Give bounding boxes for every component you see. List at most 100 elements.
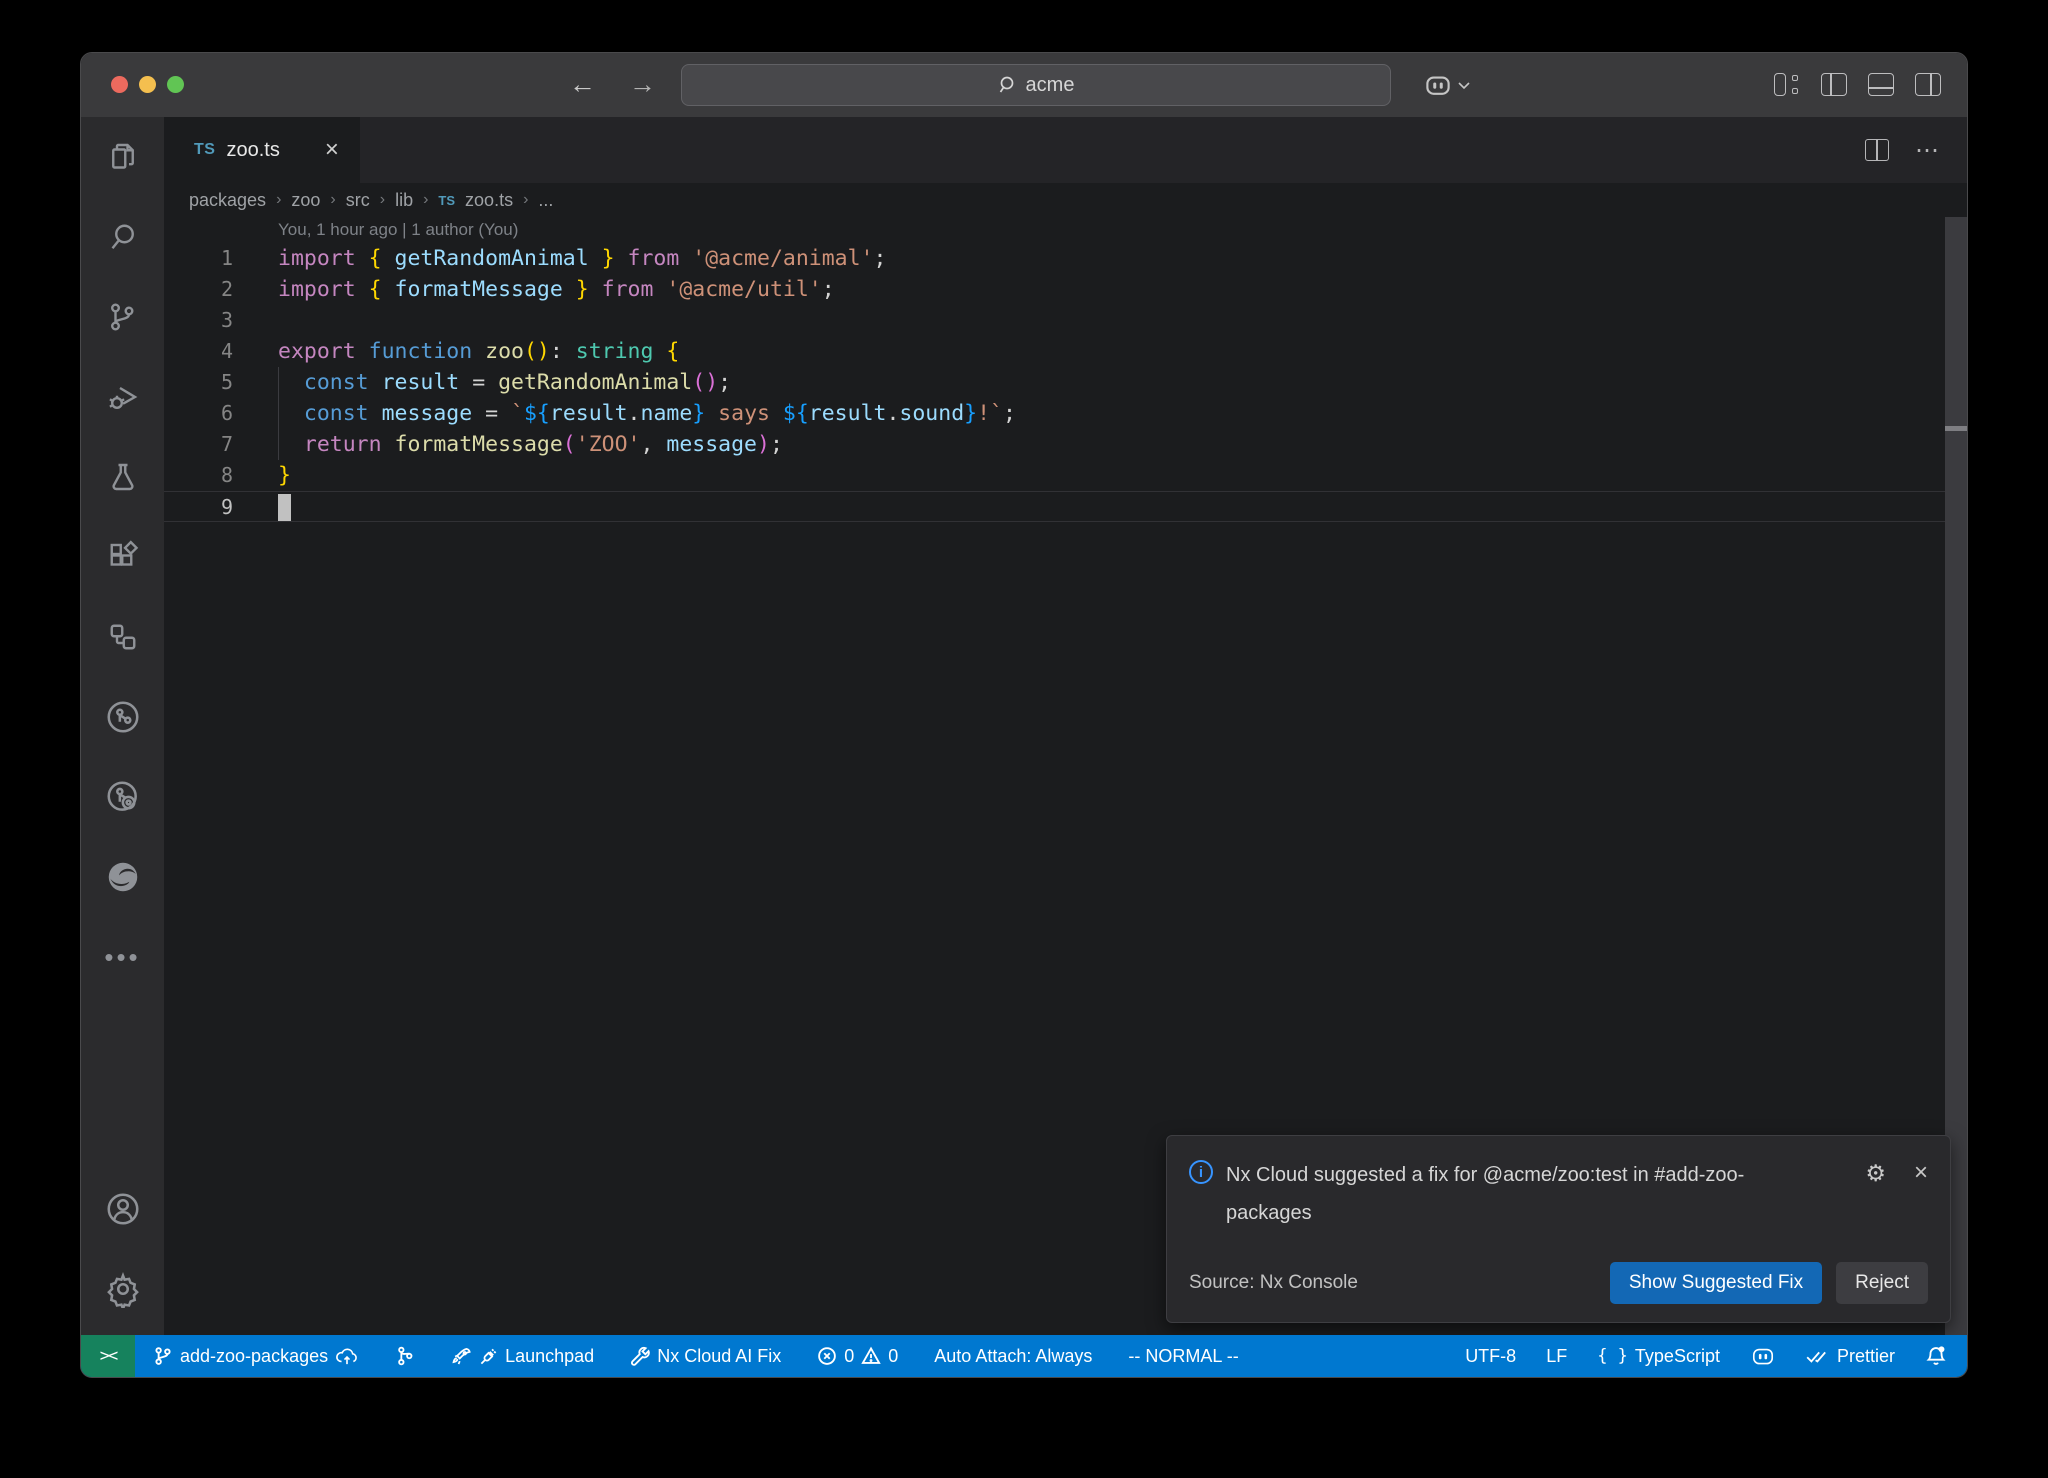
search-sidebar-icon[interactable] (81, 197, 164, 277)
breadcrumb-item[interactable]: packages (189, 190, 266, 211)
chevron-right-icon: › (523, 191, 528, 209)
copilot-status-item[interactable] (1750, 1343, 1776, 1369)
chevron-right-icon: › (423, 191, 428, 209)
line-number: 5 (164, 367, 233, 398)
eol-label: LF (1546, 1346, 1567, 1367)
accounts-icon[interactable] (81, 1169, 164, 1249)
nx-cloud-icon[interactable] (81, 757, 164, 837)
chevron-right-icon: › (380, 191, 385, 209)
toggle-primary-sidebar-icon[interactable] (1821, 73, 1847, 96)
layout-controls (1774, 73, 1941, 96)
line-content: const message = `${result.name} says ${r… (233, 398, 1016, 429)
titlebar: ← → acme (81, 53, 1967, 117)
line-content: const result = getRandomAnimal(); (233, 367, 731, 398)
line-content: export function zoo(): string { (233, 336, 679, 367)
source-control-icon[interactable] (81, 277, 164, 357)
encoding-item[interactable]: UTF-8 (1465, 1346, 1516, 1367)
notification-close-icon[interactable]: × (1914, 1159, 1928, 1187)
toggle-secondary-sidebar-icon[interactable] (1915, 73, 1941, 96)
line-number: 1 (164, 243, 233, 274)
breadcrumb-item[interactable]: lib (395, 190, 413, 211)
code-line-7[interactable]: 7 return formatMessage('ZOO', message); (164, 429, 1945, 460)
tab-zoo-ts[interactable]: TS zoo.ts × (164, 117, 360, 183)
breadcrumb-item[interactable]: zoo (291, 190, 320, 211)
breadcrumb-item[interactable]: src (346, 190, 370, 211)
code-line-3[interactable]: 3 (164, 305, 1945, 336)
branch-name: add-zoo-packages (180, 1346, 328, 1367)
more-views-icon[interactable]: ••• (81, 917, 164, 997)
explorer-icon[interactable] (81, 117, 164, 197)
auto-attach-label: Auto Attach: Always (934, 1346, 1092, 1367)
eol-item[interactable]: LF (1546, 1346, 1567, 1367)
error-icon (817, 1346, 837, 1366)
nx-project-graph-item[interactable] (395, 1345, 415, 1367)
language-mode-item[interactable]: { } TypeScript (1597, 1346, 1720, 1367)
notification-settings-icon[interactable]: ⚙ (1865, 1160, 1886, 1187)
minimize-window-button[interactable] (139, 76, 156, 93)
code-line-6[interactable]: 6 const message = `${result.name} says $… (164, 398, 1945, 429)
line-content (233, 492, 278, 521)
indent-guide (278, 367, 279, 460)
code-line-5[interactable]: 5 const result = getRandomAnimal(); (164, 367, 1945, 398)
code-line-9[interactable]: 9 (164, 491, 1945, 522)
toggle-panel-icon[interactable] (1868, 73, 1894, 96)
warning-count: 0 (888, 1346, 898, 1367)
zoom-window-button[interactable] (167, 76, 184, 93)
breadcrumb: packages › zoo › src › lib › TS zoo.ts ›… (164, 183, 1967, 217)
git-blame-codelens[interactable]: You, 1 hour ago | 1 author (You) (164, 217, 1945, 243)
chevron-right-icon: › (276, 191, 281, 209)
warning-icon (861, 1346, 881, 1366)
nx-cloud-ai-fix-item[interactable]: Nx Cloud AI Fix (630, 1346, 781, 1367)
nx-console-icon[interactable] (81, 677, 164, 757)
editor-actions: ⋯ (1865, 117, 1941, 183)
line-number: 4 (164, 336, 233, 367)
breadcrumb-file[interactable]: zoo.ts (465, 190, 513, 211)
code-line-1[interactable]: 1import { getRandomAnimal } from '@acme/… (164, 243, 1945, 274)
code-line-4[interactable]: 4export function zoo(): string { (164, 336, 1945, 367)
copilot-menu-button[interactable] (1423, 70, 1471, 100)
rocket-icon (451, 1346, 472, 1367)
extensions-icon[interactable] (81, 517, 164, 597)
copilot-icon (1423, 70, 1453, 100)
close-window-button[interactable] (111, 76, 128, 93)
code-line-2[interactable]: 2import { formatMessage } from '@acme/ut… (164, 274, 1945, 305)
remote-indicator[interactable]: >< (81, 1335, 135, 1377)
settings-gear-icon[interactable] (81, 1249, 164, 1329)
copilot-icon (1750, 1343, 1776, 1369)
problems-item[interactable]: 0 0 (817, 1346, 898, 1367)
show-suggested-fix-button[interactable]: Show Suggested Fix (1610, 1262, 1822, 1304)
split-editor-icon[interactable] (1865, 139, 1889, 161)
notifications-bell-item[interactable] (1925, 1345, 1947, 1367)
language-label: TypeScript (1635, 1346, 1720, 1367)
line-content: import { formatMessage } from '@acme/uti… (233, 274, 835, 305)
code-line-8[interactable]: 8} (164, 460, 1945, 491)
customize-layout-icon[interactable] (1774, 73, 1800, 96)
typescript-file-icon: TS (194, 141, 215, 159)
prettier-label: Prettier (1837, 1346, 1895, 1367)
vim-mode-label: -- NORMAL -- (1128, 1346, 1238, 1367)
vim-mode-item[interactable]: -- NORMAL -- (1128, 1346, 1238, 1367)
notification-toast: i Nx Cloud suggested a fix for @acme/zoo… (1166, 1135, 1951, 1323)
git-branch-icon (153, 1346, 173, 1366)
references-icon[interactable] (81, 597, 164, 677)
git-branch-item[interactable]: add-zoo-packages (153, 1346, 359, 1367)
reject-button[interactable]: Reject (1836, 1262, 1928, 1304)
edge-devtools-icon[interactable] (81, 837, 164, 917)
line-number: 7 (164, 429, 233, 460)
navigate-forward-button[interactable]: → (629, 53, 656, 117)
tab-label: zoo.ts (226, 139, 279, 162)
run-debug-icon[interactable] (81, 357, 164, 437)
testing-icon[interactable] (81, 437, 164, 517)
navigate-back-button[interactable]: ← (569, 53, 596, 117)
line-number: 6 (164, 398, 233, 429)
more-actions-icon[interactable]: ⋯ (1915, 136, 1941, 165)
breadcrumb-more[interactable]: ... (538, 190, 553, 211)
prettier-item[interactable]: Prettier (1806, 1346, 1895, 1367)
launchpad-label: Launchpad (505, 1346, 594, 1367)
auto-attach-item[interactable]: Auto Attach: Always (934, 1346, 1092, 1367)
launchpad-item[interactable]: Launchpad (451, 1346, 594, 1367)
wrench-icon (630, 1346, 650, 1366)
tab-close-icon[interactable]: × (325, 138, 339, 162)
command-center-search[interactable]: acme (681, 64, 1391, 106)
code-lines: 1import { getRandomAnimal } from '@acme/… (164, 243, 1945, 522)
